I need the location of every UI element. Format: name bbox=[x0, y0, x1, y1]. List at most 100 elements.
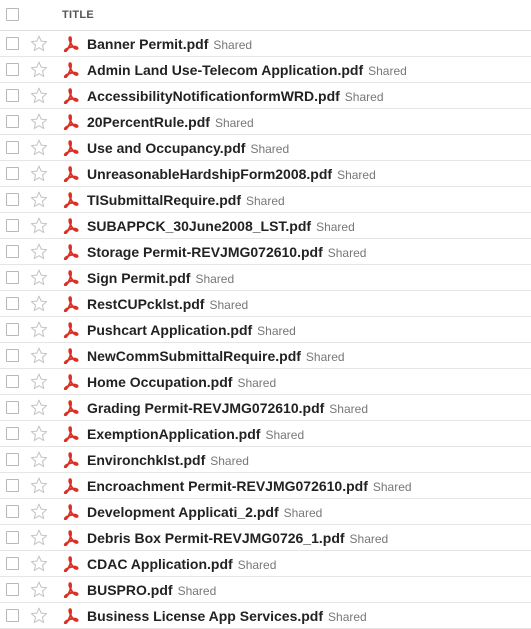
star-outline-icon[interactable] bbox=[30, 295, 48, 312]
star-outline-icon[interactable] bbox=[30, 607, 48, 624]
file-row[interactable]: Home Occupation.pdf Shared bbox=[0, 369, 531, 395]
select-all-checkbox[interactable] bbox=[6, 8, 19, 21]
file-name[interactable]: SUBAPPCK_30June2008_LST.pdf Shared bbox=[87, 218, 355, 234]
row-checkbox[interactable] bbox=[6, 557, 19, 570]
row-checkbox[interactable] bbox=[6, 505, 19, 518]
file-name-text[interactable]: Use and Occupancy.pdf bbox=[87, 140, 245, 156]
row-checkbox[interactable] bbox=[6, 531, 19, 544]
star-outline-icon[interactable] bbox=[30, 529, 48, 546]
file-row[interactable]: Development Applicati_2.pdf Shared bbox=[0, 499, 531, 525]
star-outline-icon[interactable] bbox=[30, 269, 48, 286]
file-row[interactable]: Admin Land Use-Telecom Application.pdf Sh… bbox=[0, 57, 531, 83]
row-checkbox[interactable] bbox=[6, 375, 19, 388]
file-row[interactable]: Storage Permit-REVJMG072610.pdf Shared bbox=[0, 239, 531, 265]
file-row[interactable]: Pushcart Application.pdf Shared bbox=[0, 317, 531, 343]
file-row[interactable]: Sign Permit.pdf Shared bbox=[0, 265, 531, 291]
file-name[interactable]: Admin Land Use-Telecom Application.pdf Sh… bbox=[87, 62, 407, 78]
file-name[interactable]: Grading Permit-REVJMG072610.pdf Shared bbox=[87, 400, 368, 416]
row-checkbox[interactable] bbox=[6, 323, 19, 336]
row-checkbox[interactable] bbox=[6, 401, 19, 414]
file-name-text[interactable]: Environchklst.pdf bbox=[87, 452, 205, 468]
file-row[interactable]: Banner Permit.pdf Shared bbox=[0, 31, 531, 57]
file-name-text[interactable]: Grading Permit-REVJMG072610.pdf bbox=[87, 400, 324, 416]
file-name[interactable]: Home Occupation.pdf Shared bbox=[87, 374, 276, 390]
file-row[interactable]: BUSPRO.pdf Shared bbox=[0, 577, 531, 603]
file-name-text[interactable]: RestCUPcklst.pdf bbox=[87, 296, 204, 312]
file-row[interactable]: RestCUPcklst.pdf Shared bbox=[0, 291, 531, 317]
file-name-text[interactable]: 20PercentRule.pdf bbox=[87, 114, 210, 130]
file-row[interactable]: Debris Box Permit-REVJMG0726_1.pdf Shared bbox=[0, 525, 531, 551]
row-checkbox[interactable] bbox=[6, 297, 19, 310]
file-name[interactable]: NewCommSubmittalRequire.pdf Shared bbox=[87, 348, 345, 364]
file-name[interactable]: ExemptionApplication.pdf Shared bbox=[87, 426, 304, 442]
file-row[interactable]: NewCommSubmittalRequire.pdf Shared bbox=[0, 343, 531, 369]
star-outline-icon[interactable] bbox=[30, 555, 48, 572]
file-name[interactable]: UnreasonableHardshipForm2008.pdf Shared bbox=[87, 166, 376, 182]
row-checkbox[interactable] bbox=[6, 479, 19, 492]
file-name[interactable]: Encroachment Permit-REVJMG072610.pdf Shar… bbox=[87, 478, 412, 494]
file-row[interactable]: UnreasonableHardshipForm2008.pdf Shared bbox=[0, 161, 531, 187]
file-name[interactable]: Storage Permit-REVJMG072610.pdf Shared bbox=[87, 244, 366, 260]
file-name[interactable]: 20PercentRule.pdf Shared bbox=[87, 114, 254, 130]
star-outline-icon[interactable] bbox=[30, 425, 48, 442]
row-checkbox[interactable] bbox=[6, 167, 19, 180]
row-checkbox[interactable] bbox=[6, 427, 19, 440]
file-name[interactable]: RestCUPcklst.pdf Shared bbox=[87, 296, 248, 312]
file-row[interactable]: Environchklst.pdf Shared bbox=[0, 447, 531, 473]
star-outline-icon[interactable] bbox=[30, 61, 48, 78]
row-checkbox[interactable] bbox=[6, 141, 19, 154]
star-outline-icon[interactable] bbox=[30, 87, 48, 104]
row-checkbox[interactable] bbox=[6, 349, 19, 362]
file-row[interactable]: 20PercentRule.pdf Shared bbox=[0, 109, 531, 135]
row-checkbox[interactable] bbox=[6, 193, 19, 206]
row-checkbox[interactable] bbox=[6, 37, 19, 50]
file-name-text[interactable]: Storage Permit-REVJMG072610.pdf bbox=[87, 244, 323, 260]
row-checkbox[interactable] bbox=[6, 271, 19, 284]
file-name-text[interactable]: NewCommSubmittalRequire.pdf bbox=[87, 348, 301, 364]
file-name[interactable]: Use and Occupancy.pdf Shared bbox=[87, 140, 289, 156]
star-outline-icon[interactable] bbox=[30, 139, 48, 156]
file-name-text[interactable]: Encroachment Permit-REVJMG072610.pdf bbox=[87, 478, 368, 494]
file-name[interactable]: Development Applicati_2.pdf Shared bbox=[87, 504, 322, 520]
file-row[interactable]: CDAC Application.pdf Shared bbox=[0, 551, 531, 577]
star-outline-icon[interactable] bbox=[30, 35, 48, 52]
file-name[interactable]: Pushcart Application.pdf Shared bbox=[87, 322, 296, 338]
file-name[interactable]: AccessibilityNotificationformWRD.pdf Shar… bbox=[87, 88, 384, 104]
file-row[interactable]: Business License App Services.pdf Shared bbox=[0, 603, 531, 629]
file-row[interactable]: Use and Occupancy.pdf Shared bbox=[0, 135, 531, 161]
file-name-text[interactable]: Pushcart Application.pdf bbox=[87, 322, 252, 338]
file-name[interactable]: CDAC Application.pdf Shared bbox=[87, 556, 276, 572]
file-name-text[interactable]: UnreasonableHardshipForm2008.pdf bbox=[87, 166, 332, 182]
file-name-text[interactable]: Business License App Services.pdf bbox=[87, 608, 323, 624]
file-name-text[interactable]: TISubmittalRequire.pdf bbox=[87, 192, 241, 208]
row-checkbox[interactable] bbox=[6, 89, 19, 102]
file-name[interactable]: Business License App Services.pdf Shared bbox=[87, 608, 367, 624]
file-name-text[interactable]: CDAC Application.pdf bbox=[87, 556, 233, 572]
file-name[interactable]: Banner Permit.pdf Shared bbox=[87, 36, 252, 52]
row-checkbox[interactable] bbox=[6, 609, 19, 622]
row-checkbox[interactable] bbox=[6, 453, 19, 466]
file-name[interactable]: TISubmittalRequire.pdf Shared bbox=[87, 192, 285, 208]
star-outline-icon[interactable] bbox=[30, 477, 48, 494]
row-checkbox[interactable] bbox=[6, 219, 19, 232]
star-outline-icon[interactable] bbox=[30, 217, 48, 234]
row-checkbox[interactable] bbox=[6, 245, 19, 258]
file-name-text[interactable]: ExemptionApplication.pdf bbox=[87, 426, 260, 442]
file-row[interactable]: ExemptionApplication.pdf Shared bbox=[0, 421, 531, 447]
file-row[interactable]: TISubmittalRequire.pdf Shared bbox=[0, 187, 531, 213]
title-column-header[interactable]: TITLE bbox=[62, 9, 94, 21]
star-outline-icon[interactable] bbox=[30, 373, 48, 390]
row-checkbox[interactable] bbox=[6, 583, 19, 596]
star-outline-icon[interactable] bbox=[30, 243, 48, 260]
star-outline-icon[interactable] bbox=[30, 165, 48, 182]
file-name-text[interactable]: Admin Land Use-Telecom Application.pdf bbox=[87, 62, 363, 78]
row-checkbox[interactable] bbox=[6, 63, 19, 76]
file-name[interactable]: Debris Box Permit-REVJMG0726_1.pdf Shared bbox=[87, 530, 388, 546]
file-name-text[interactable]: AccessibilityNotificationformWRD.pdf bbox=[87, 88, 340, 104]
file-row[interactable]: Grading Permit-REVJMG072610.pdf Shared bbox=[0, 395, 531, 421]
file-name-text[interactable]: Development Applicati_2.pdf bbox=[87, 504, 279, 520]
file-name-text[interactable]: Sign Permit.pdf bbox=[87, 270, 190, 286]
file-row[interactable]: Encroachment Permit-REVJMG072610.pdf Shar… bbox=[0, 473, 531, 499]
file-name-text[interactable]: Banner Permit.pdf bbox=[87, 36, 208, 52]
star-outline-icon[interactable] bbox=[30, 321, 48, 338]
